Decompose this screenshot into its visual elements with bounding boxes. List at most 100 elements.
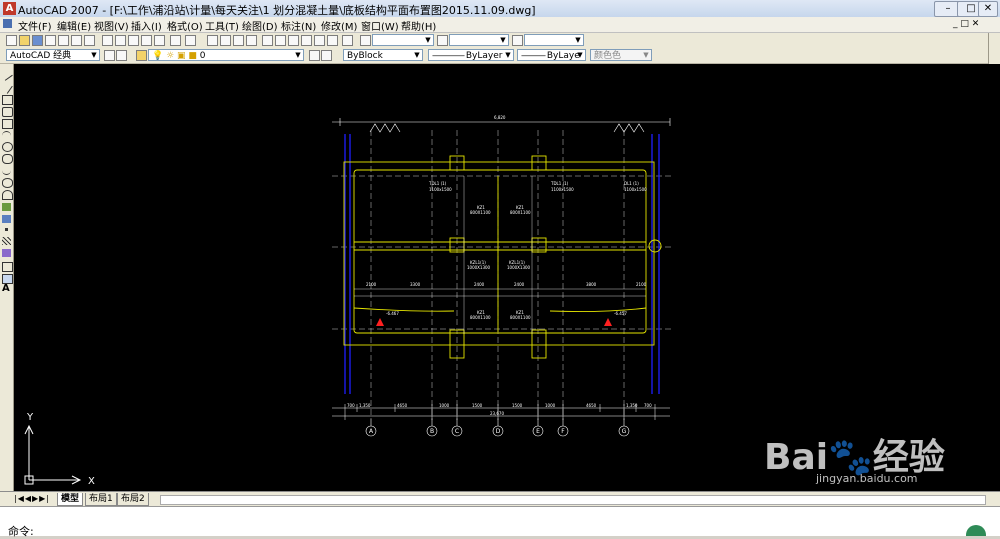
lineweight-select[interactable]: ——— ByLaye ▼ [517,49,586,61]
copy-icon[interactable] [115,35,126,46]
save-icon[interactable] [32,35,43,46]
publish-icon[interactable] [71,35,82,46]
preview-icon[interactable] [58,35,69,46]
polyline-icon[interactable] [2,95,13,105]
document-icon[interactable] [3,19,12,28]
open-icon[interactable] [19,35,30,46]
layer-previous-icon[interactable] [321,50,332,61]
print-icon[interactable] [45,35,56,46]
polygon-icon[interactable] [2,107,13,117]
spline-icon[interactable] [2,166,11,175]
color-select[interactable]: ByBlock ▼ [343,49,423,61]
menu-file[interactable]: 文件(F) [18,18,52,33]
beam-label-1: TDL1 (1) [428,181,447,186]
status-tray-icon[interactable] [966,525,986,536]
beam-size-3: 800X1100 [510,210,531,215]
color-value: ByBlock [347,51,383,61]
properties-icon[interactable] [262,35,273,46]
new-icon[interactable] [6,35,17,46]
workspace-save-icon[interactable] [116,50,127,61]
doc-window-controls[interactable]: _ □ ✕ [953,19,979,29]
insert-block-icon[interactable] [2,203,11,211]
make-block-icon[interactable] [2,215,11,223]
axis-labels: A B C D E F G [369,428,627,435]
ellipse-arc-icon[interactable] [2,190,13,200]
markup-icon[interactable] [314,35,325,46]
dim-9: 1,350 [626,403,638,408]
gradient-icon[interactable] [2,249,11,257]
properties-toolbar: AutoCAD 经典 ▼ 💡 ☼ ▣ ■ 0 ▼ ByBlock ▼ ———— ByL… [0,47,1000,64]
dim-style-icon[interactable] [437,35,448,46]
undo-icon[interactable] [170,35,181,46]
zoom-realtime-icon[interactable] [220,35,231,46]
point-icon[interactable] [5,228,8,231]
beam-size-1: 1100x1500 [429,187,452,192]
table-style-select[interactable]: ▼ [524,34,584,46]
command-prompt: 命令: [8,525,34,538]
menu-window[interactable]: 窗口(W) [361,18,399,33]
menu-insert[interactable]: 插入(I) [131,18,162,33]
plot-icon[interactable] [84,35,95,46]
sheet-set-icon[interactable] [301,35,312,46]
axis-label-b: B [430,428,434,435]
layer-select[interactable]: 💡 ☼ ▣ ■ 0 ▼ [148,49,304,61]
menu-view[interactable]: 视图(V) [94,18,129,33]
hatch-icon[interactable] [2,237,11,245]
revcloud-icon[interactable] [2,154,13,164]
mtext-icon[interactable]: A [2,283,10,294]
help-icon[interactable] [342,35,353,46]
drawing-canvas[interactable]: 6,820 TDL1 (1) 1100x1500 KZ1 800X1100 KZ… [14,64,1000,491]
menu-dimension[interactable]: 标注(N) [281,18,316,33]
menu-edit[interactable]: 编辑(E) [57,18,91,33]
span-4: 2400 [514,282,525,287]
close-button[interactable]: ✕ [978,1,998,17]
autocad-app-icon[interactable]: A [3,2,16,15]
tool-palettes-icon[interactable] [288,35,299,46]
menu-help[interactable]: 帮助(H) [401,18,436,33]
region-icon[interactable] [2,262,13,272]
layer-manager-icon[interactable] [136,50,147,61]
zoom-previous-icon[interactable] [246,35,257,46]
linetype-select[interactable]: ———— ByLayer ▼ [428,49,514,61]
menu-modify[interactable]: 修改(M) [321,18,357,33]
circle-icon[interactable] [2,142,13,152]
design-center-icon[interactable] [275,35,286,46]
baidu-watermark: Bai🐾经验 jingyan.baidu.com [754,428,990,491]
dim-style-select[interactable]: ▼ [449,34,509,46]
tab-layout2[interactable]: 布局2 [117,493,149,506]
paste-icon[interactable] [128,35,139,46]
line-icon[interactable] [0,68,13,81]
text-style-select[interactable]: ▼ [372,34,434,46]
dim-2: 1,350 [359,403,371,408]
table-style-icon[interactable] [512,35,523,46]
menu-bar: 文件(F) 编辑(E) 视图(V) 插入(I) 格式(O) 工具(T) 绘图(D… [0,17,1000,33]
axis-label-g: G [622,428,627,435]
rectangle-icon[interactable] [2,119,13,129]
arc-icon[interactable] [2,131,11,140]
tab-model[interactable]: 模型 [57,493,84,506]
workspace-settings-icon[interactable] [104,50,115,61]
window-title: AutoCAD 2007 - [F:\工作\浦沿站\计量\每天关注\1 划分混凝… [18,4,536,17]
match-properties-icon[interactable] [141,35,152,46]
workspace-label: AutoCAD 经典 [10,51,72,61]
redo-icon[interactable] [185,35,196,46]
tab-layout1[interactable]: 布局1 [85,493,117,506]
ellipse-icon[interactable] [2,178,13,188]
menu-format[interactable]: 格式(O) [167,18,203,33]
text-style-icon[interactable] [360,35,371,46]
cut-icon[interactable] [102,35,113,46]
ucs-x-label: X [88,476,95,487]
block-editor-icon[interactable] [154,35,165,46]
workspace-select[interactable]: AutoCAD 经典 ▼ [6,49,100,61]
pan-icon[interactable] [207,35,218,46]
make-layer-current-icon[interactable] [309,50,320,61]
zoom-window-icon[interactable] [233,35,244,46]
tab-navigation-arrows[interactable]: |◀◀▶▶| [14,494,50,503]
command-line[interactable]: 命令: [0,506,1000,538]
total-dim: 23,670 [490,411,504,416]
menu-tools[interactable]: 工具(T) [205,18,239,33]
calculator-icon[interactable] [327,35,338,46]
horizontal-scrollbar[interactable] [160,495,986,505]
menu-draw[interactable]: 绘图(D) [242,18,278,33]
xline-icon[interactable] [0,81,13,94]
